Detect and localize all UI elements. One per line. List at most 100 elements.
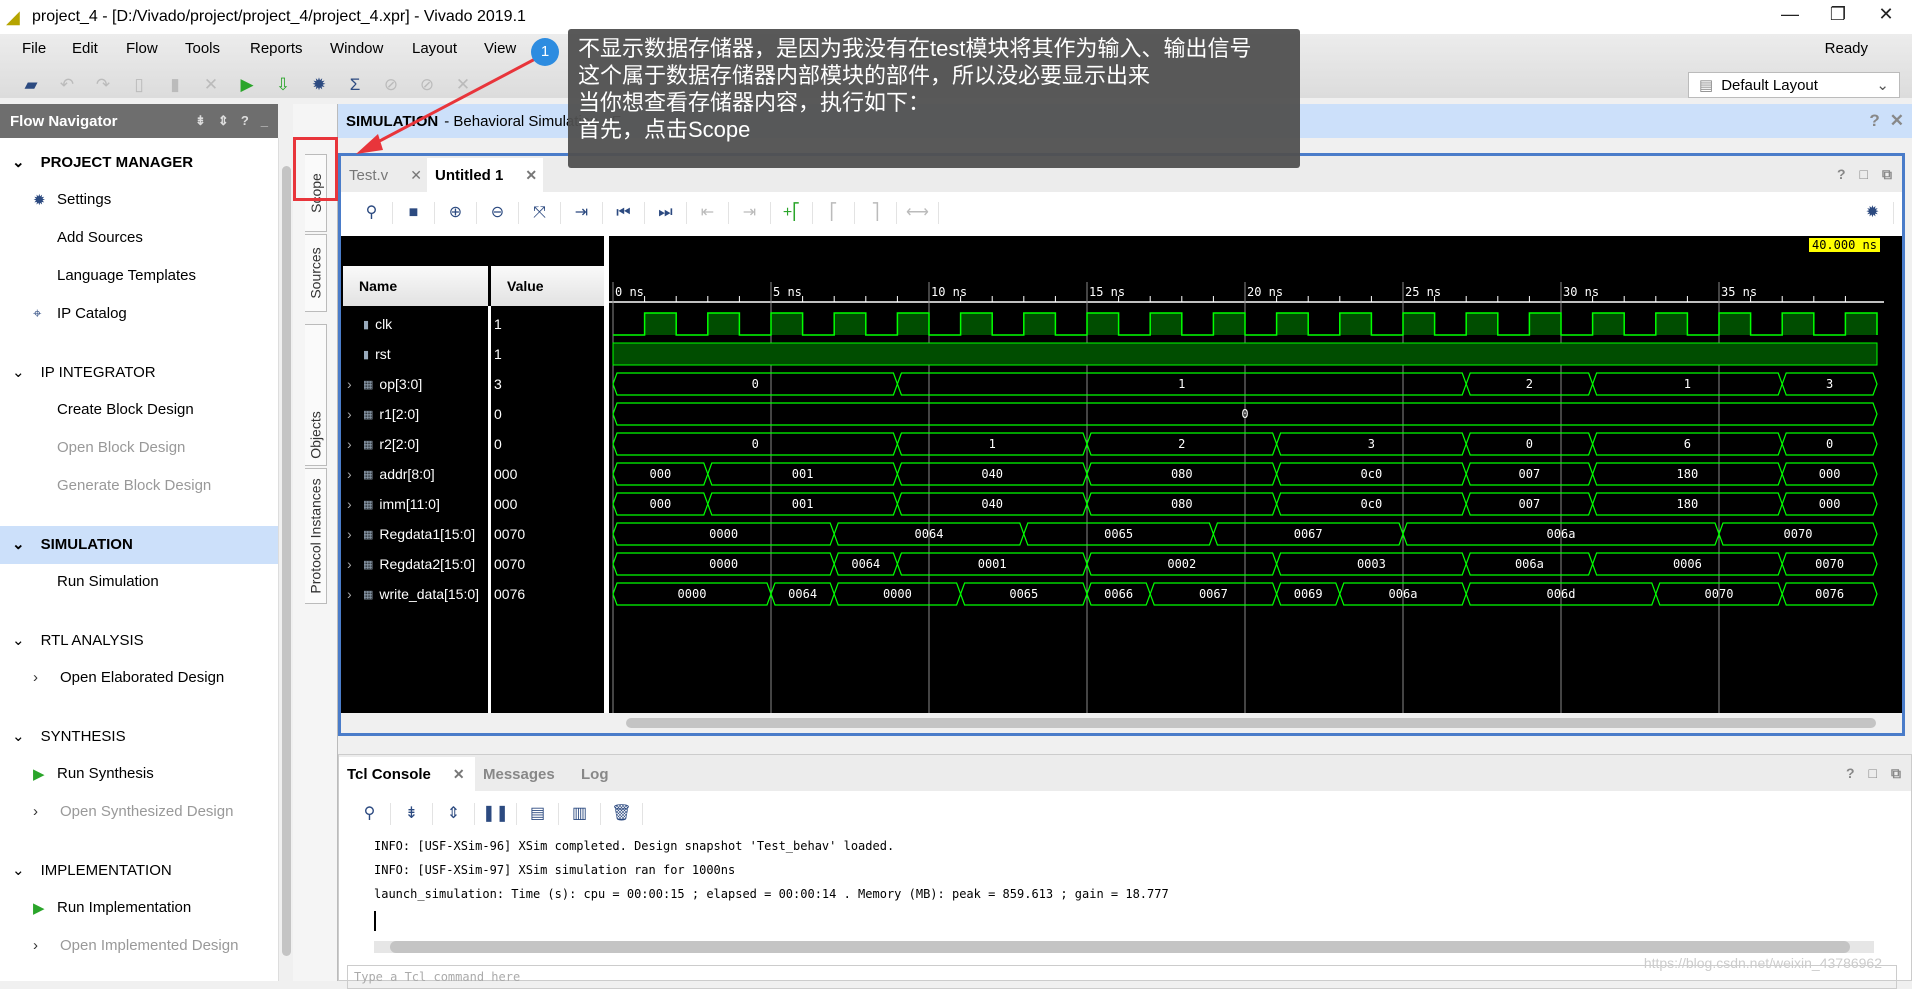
help-icon[interactable]: ? [241, 113, 249, 129]
menu-file[interactable]: File [22, 40, 46, 57]
expand-chevron-icon[interactable]: › [347, 526, 357, 542]
open-project-icon[interactable]: ▰ [20, 74, 42, 96]
zoom-in-icon[interactable]: ⊕ [435, 202, 477, 224]
expand-chevron-icon[interactable]: › [347, 376, 357, 392]
gear-icon[interactable]: ✹ [1852, 202, 1894, 224]
zoom-out-icon[interactable]: ⊖ [477, 202, 519, 224]
nav-item[interactable]: Open Block Design [57, 439, 185, 456]
redo-icon[interactable]: ↷ [92, 74, 114, 96]
expand-chevron-icon[interactable]: › [347, 556, 357, 572]
go-to-end-icon[interactable]: ⏭ [645, 202, 687, 224]
signal-name-row[interactable]: › ▦ write_data[15:0] [347, 579, 487, 609]
menu-view[interactable]: View [484, 40, 516, 57]
help-icon[interactable]: ? [1869, 111, 1879, 131]
name-column-header[interactable]: Name [343, 266, 488, 306]
expand-chevron-icon[interactable]: › [347, 586, 357, 602]
copy-icon[interactable]: ▯ [128, 74, 150, 96]
tab-test-v[interactable]: Test.v ✕ [341, 158, 427, 192]
nav-item[interactable]: Create Block Design [57, 401, 194, 418]
expand-icon[interactable]: ⇕ [218, 113, 229, 129]
expand-chevron-icon[interactable]: › [347, 466, 357, 482]
nav-item[interactable]: Open Synthesized Design [60, 803, 233, 820]
signal-name-row[interactable]: › ▦ Regdata1[15:0] [347, 519, 487, 549]
nav-item[interactable]: IP Catalog [57, 305, 127, 322]
nav-item[interactable]: Settings [57, 191, 111, 208]
sigma-icon[interactable]: Σ [344, 74, 366, 96]
waveform-hscrollbar[interactable] [341, 713, 1902, 733]
menu-window[interactable]: Window [330, 40, 383, 57]
nav-section[interactable]: ⌄ SYNTHESIS [12, 727, 126, 746]
minimize-button[interactable]: — [1768, 4, 1812, 30]
help-icon[interactable]: ? [1846, 765, 1855, 782]
next-transition-icon[interactable]: ⇥ [729, 202, 771, 224]
float-icon[interactable]: ⧉ [1882, 166, 1892, 183]
tab-sources[interactable]: Sources [305, 234, 327, 312]
signal-name-row[interactable]: › ▦ addr[8:0] [347, 459, 487, 489]
expand-chevron-icon[interactable]: › [347, 436, 357, 452]
cancel-icon[interactable]: ✕ [452, 74, 474, 96]
undo-icon[interactable]: ↶ [56, 74, 78, 96]
tab-messages[interactable]: Messages [475, 757, 571, 791]
menu-reports[interactable]: Reports [250, 40, 303, 57]
program-icon[interactable]: ⇩ [272, 74, 294, 96]
nav-section[interactable]: ⌄ SIMULATION [12, 535, 133, 554]
signal-name-row[interactable]: ▮ rst [347, 339, 487, 369]
tab-log[interactable]: Log [573, 757, 627, 791]
nav-section[interactable]: ⌄ IMPLEMENTATION [12, 861, 172, 880]
swap-cursors-icon[interactable]: ⟷ [897, 202, 939, 224]
nav-item[interactable]: Run Synthesis [57, 765, 154, 782]
menu-flow[interactable]: Flow [126, 40, 158, 57]
tab-untitled-1[interactable]: Untitled 1 ✕ [427, 158, 543, 192]
signal-name-row[interactable]: › ▦ Regdata2[15:0] [347, 549, 487, 579]
expand-chevron-icon[interactable]: › [347, 496, 357, 512]
layout-dropdown[interactable]: ▤ Default Layout ⌄ [1688, 72, 1900, 98]
restore-button[interactable]: ❐ [1816, 4, 1860, 30]
run-icon[interactable]: ▶ [236, 74, 258, 96]
expand-all-icon[interactable]: ⇕ [433, 803, 475, 825]
trash-icon[interactable]: 🗑 [601, 803, 643, 825]
nav-item[interactable]: Generate Block Design [57, 477, 211, 494]
nav-section[interactable]: ⌄ PROJECT MANAGER [12, 153, 193, 172]
console-hscrollbar[interactable] [374, 941, 1874, 953]
menu-layout[interactable]: Layout [412, 40, 457, 57]
close-button[interactable]: ✕ [1864, 4, 1908, 30]
pin-icon[interactable]: ⊘ [380, 74, 402, 96]
value-column-header[interactable]: Value [491, 266, 604, 306]
add-marker-icon[interactable]: +⎡ [771, 202, 813, 224]
nav-item[interactable]: Open Implemented Design [60, 937, 238, 954]
disable-icon[interactable]: ⊘ [416, 74, 438, 96]
collapse-all-icon[interactable]: ⇟ [391, 803, 433, 825]
next-marker-icon[interactable]: ⎤ [855, 202, 897, 224]
maximize-icon[interactable]: □ [1869, 765, 1877, 782]
nav-item[interactable]: Language Templates [57, 267, 196, 284]
minimize-icon[interactable]: _ [261, 113, 268, 129]
float-icon[interactable]: ⧉ [1891, 765, 1901, 782]
save-icon[interactable]: ■ [393, 202, 435, 224]
waveform-canvas[interactable]: 0 ns 5 ns 10 ns 15 ns 20 ns 25 ns 30 ns 35 ns 0 1… [609, 236, 1884, 713]
nav-section[interactable]: ⌄ IP INTEGRATOR [12, 363, 156, 382]
settings-gear-icon[interactable]: ✹ [308, 74, 330, 96]
tab-protocol-instances[interactable]: Protocol Instances [305, 468, 327, 604]
nav-item[interactable]: Open Elaborated Design [60, 669, 224, 686]
expand-chevron-icon[interactable]: › [347, 406, 357, 422]
close-tab-icon[interactable]: ✕ [453, 766, 465, 783]
close-icon[interactable]: ✕ [1890, 111, 1904, 131]
go-to-cursor-icon[interactable]: ⇥ [561, 202, 603, 224]
signal-name-row[interactable]: › ▦ imm[11:0] [347, 489, 487, 519]
nav-item[interactable]: Run Implementation [57, 899, 191, 916]
columns-icon[interactable]: ▥ [559, 803, 601, 825]
signal-name-row[interactable]: ▮ clk [347, 309, 487, 339]
search-icon[interactable]: ⚲ [349, 803, 391, 825]
collapse-all-icon[interactable]: ⇟ [195, 113, 206, 129]
signal-name-row[interactable]: › ▦ op[3:0] [347, 369, 487, 399]
close-tab-icon[interactable]: ✕ [410, 167, 422, 184]
nav-item[interactable]: Add Sources [57, 229, 143, 246]
previous-marker-icon[interactable]: ⎡ [813, 202, 855, 224]
search-icon[interactable]: ⚲ [351, 202, 393, 224]
maximize-icon[interactable]: □ [1860, 166, 1868, 183]
zoom-fit-icon[interactable]: ⤧ [519, 202, 561, 224]
menu-tools[interactable]: Tools [185, 40, 220, 57]
menu-edit[interactable]: Edit [72, 40, 98, 57]
tab-objects[interactable]: Objects [305, 324, 327, 466]
signal-name-row[interactable]: › ▦ r2[2:0] [347, 429, 487, 459]
